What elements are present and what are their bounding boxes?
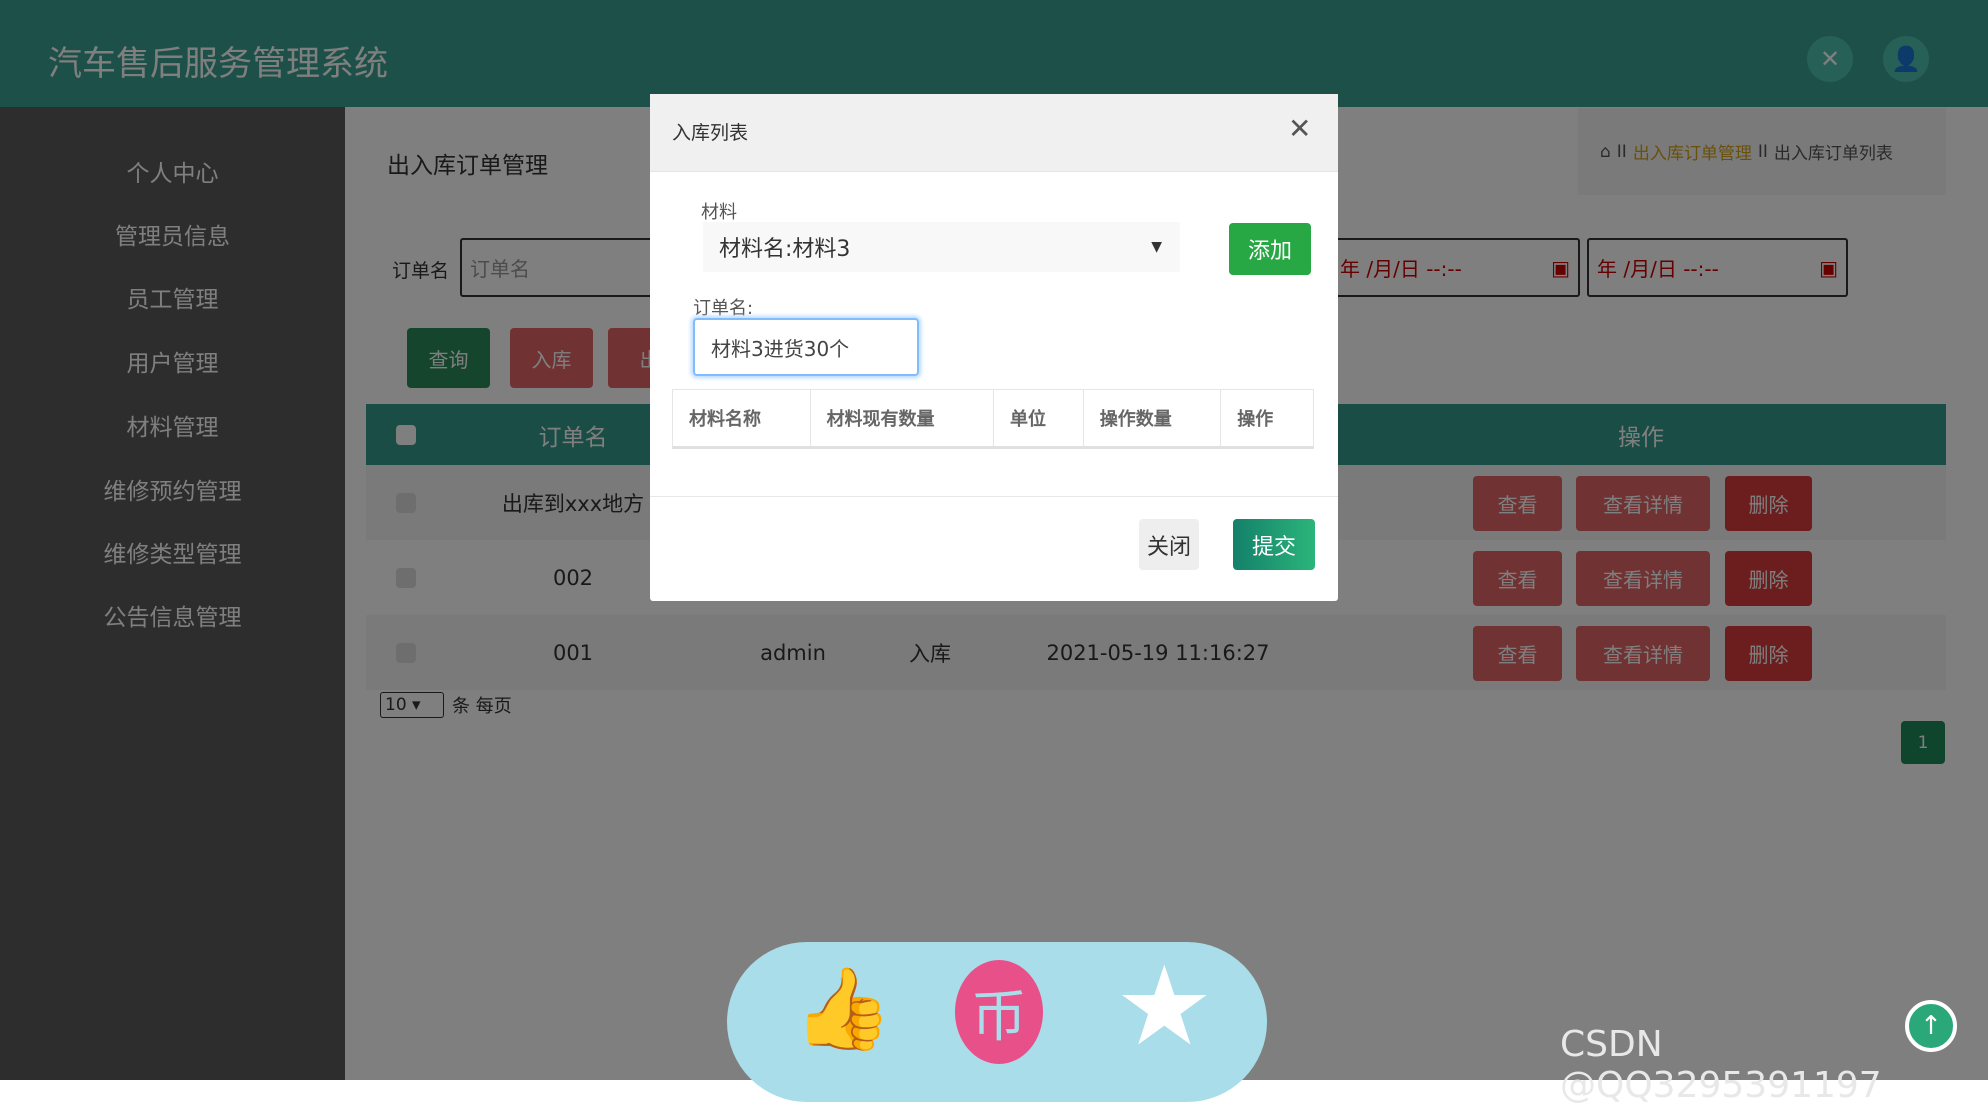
scroll-top-icon[interactable]: ↑ bbox=[1905, 1000, 1957, 1052]
material-table-header: 材料名称 材料现有数量 单位 操作数量 操作 bbox=[672, 389, 1314, 449]
column-header: 材料名称 bbox=[673, 390, 811, 446]
column-header: 操作数量 bbox=[1084, 390, 1222, 446]
like-coin-star-bar: 👍 币 ★ bbox=[727, 942, 1267, 1102]
order-name-label: 订单名: bbox=[693, 298, 754, 319]
add-material-button[interactable]: 添加 bbox=[1229, 223, 1311, 275]
column-header: 单位 bbox=[994, 390, 1084, 446]
caret-down-icon: ▼ bbox=[1151, 239, 1162, 255]
star-icon[interactable]: ★ bbox=[1115, 942, 1214, 1070]
modal-header: 入库列表 ✕ bbox=[650, 94, 1338, 172]
close-button[interactable]: 关闭 bbox=[1139, 519, 1199, 570]
order-name-input[interactable]: 材料3进货30个 bbox=[693, 318, 919, 376]
material-label: 材料 bbox=[701, 202, 737, 223]
stock-in-modal: 入库列表 ✕ 材料 材料名:材料3 ▼ 添加 订单名: 材料3进货30个 材料名称… bbox=[650, 94, 1338, 601]
coin-icon[interactable]: 币 bbox=[955, 960, 1043, 1064]
column-header: 材料现有数量 bbox=[811, 390, 994, 446]
material-select[interactable]: 材料名:材料3 ▼ bbox=[703, 222, 1180, 272]
column-header: 操作 bbox=[1237, 409, 1274, 430]
submit-button[interactable]: 提交 bbox=[1233, 519, 1315, 570]
close-icon[interactable]: ✕ bbox=[1288, 112, 1311, 145]
divider bbox=[650, 496, 1338, 497]
thumbs-up-icon[interactable]: 👍 bbox=[793, 962, 893, 1056]
modal-title: 入库列表 bbox=[672, 122, 749, 144]
